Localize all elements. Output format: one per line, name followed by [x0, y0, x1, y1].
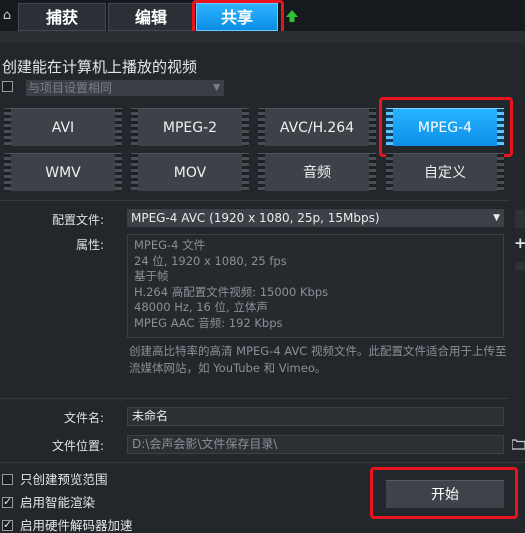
format-label: AVI [51, 120, 75, 136]
format-label: 音频 [303, 165, 331, 181]
section-title: 创建能在计算机上播放的视频 [2, 58, 198, 76]
project-settings-dropdown: 与项目设置相同 ▼ [26, 80, 224, 96]
format-audio-button[interactable]: 音频 [258, 153, 376, 191]
property-line: MPEG-4 文件 [134, 238, 206, 252]
upload-arrow-icon[interactable] [284, 8, 300, 24]
format-label: MPEG-2 [162, 120, 218, 136]
format-custom-button[interactable]: 自定义 [386, 153, 504, 191]
properties-box: MPEG-4 文件 24 位, 1920 x 1080, 25 fps 基于帧 … [127, 234, 504, 338]
format-wmv-button[interactable]: WMV [4, 153, 122, 191]
file-location-input[interactable]: D:\会声会影\文件保存目录\ [127, 435, 504, 454]
toolbar-separator [0, 31, 525, 43]
file-location-label: 文件位置: [51, 439, 104, 453]
option-label: 只创建预览范围 [20, 472, 108, 487]
divider [0, 462, 525, 463]
format-avc-h264-button[interactable]: AVC/H.264 [258, 108, 376, 146]
format-label: WMV [45, 165, 81, 181]
preview-range-checkbox[interactable] [2, 474, 13, 485]
mpeg4-highlight [379, 97, 513, 157]
profile-dropdown[interactable]: MPEG-4 AVC (1920 x 1080, 25p, 15Mbps) ▼ [127, 209, 504, 227]
divider [0, 200, 510, 201]
chevron-down-icon: ▼ [213, 83, 220, 93]
chevron-down-icon: ▼ [493, 213, 500, 223]
tab-edit[interactable]: 编辑 [108, 3, 194, 31]
properties-label: 属性: [75, 238, 104, 252]
format-mov-button[interactable]: MOV [131, 153, 249, 191]
property-line: 48000 Hz, 16 位, 立体声 [134, 300, 268, 315]
project-settings-checkbox[interactable] [2, 81, 13, 92]
file-name-input[interactable]: 未命名 [127, 407, 504, 426]
option-hardware-decoder[interactable]: 启用硬件解码器加速 [2, 518, 133, 533]
format-label: AVC/H.264 [279, 120, 355, 136]
property-line: MPEG AAC 音频: 192 Kbps [134, 315, 283, 330]
add-profile-icon[interactable]: + [514, 236, 525, 251]
file-name-label: 文件名: [63, 411, 104, 425]
format-label: MOV [173, 165, 207, 181]
start-button-highlight [370, 467, 518, 519]
property-line: H.264 高配置文件视频: 15000 Kbps [134, 284, 329, 299]
format-label: 自定义 [424, 165, 466, 181]
home-icon[interactable]: ⌂ [0, 6, 14, 26]
tab-capture[interactable]: 捕获 [18, 3, 106, 31]
profile-value: MPEG-4 AVC (1920 x 1080, 25p, 15Mbps) [131, 211, 380, 225]
option-label: 启用智能渲染 [20, 495, 96, 510]
profile-description: 创建高比特率的高清 MPEG-4 AVC 视频文件。此配置文件适合用于上传至流媒… [129, 344, 507, 375]
format-avi-button[interactable]: AVI [4, 108, 122, 146]
remove-profile-icon[interactable] [515, 262, 525, 270]
property-line: 24 位, 1920 x 1080, 25 fps [134, 253, 287, 268]
option-label: 启用硬件解码器加速 [20, 518, 133, 533]
project-settings-label: 与项目设置相同 [28, 81, 113, 95]
format-mpeg2-button[interactable]: MPEG-2 [131, 108, 249, 146]
divider [0, 398, 510, 399]
profile-label: 配置文件: [51, 213, 104, 227]
hardware-decoder-checkbox[interactable] [2, 518, 13, 532]
property-line: 基于帧 [134, 269, 169, 284]
option-preview-range[interactable]: 只创建预览范围 [2, 473, 108, 487]
smart-render-checkbox[interactable] [2, 495, 13, 509]
edit-profile-icon[interactable] [515, 210, 525, 228]
folder-icon[interactable] [511, 436, 525, 450]
option-smart-render[interactable]: 启用智能渲染 [2, 495, 96, 510]
